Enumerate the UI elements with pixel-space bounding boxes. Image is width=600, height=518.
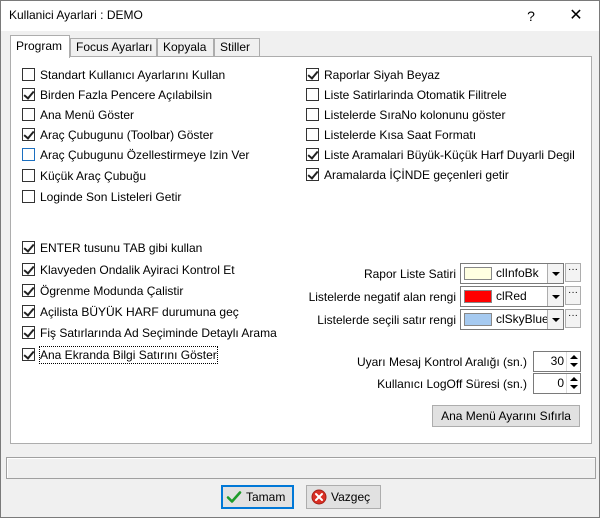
color-more-button[interactable]: ···: [565, 263, 581, 282]
ok-button[interactable]: Tamam: [221, 485, 294, 509]
color-select-secili-satir[interactable]: clSkyBlue: [460, 309, 564, 330]
help-button[interactable]: ?: [519, 5, 543, 27]
option-label: Araç Çubugunu (Toolbar) Göster: [40, 128, 214, 142]
option-label: Liste Satirlarinda Otomatik Filitrele: [324, 88, 507, 102]
checkbox-box[interactable]: [22, 68, 35, 81]
color-select-negatif-alan[interactable]: clRed: [460, 286, 564, 307]
option-label: Ana Menü Göster: [40, 108, 135, 122]
option-label: ENTER tusunu TAB gibi kullan: [40, 241, 203, 255]
checkbox-box[interactable]: [306, 88, 319, 101]
spinner-value[interactable]: 0: [557, 376, 564, 391]
checkbox-box[interactable]: [22, 108, 35, 121]
spinner-uyari-mesaj[interactable]: 30: [533, 351, 581, 372]
cancel-button[interactable]: Vazgeç: [306, 485, 381, 509]
checkbox-box[interactable]: [22, 284, 35, 297]
checkbox-box[interactable]: [22, 88, 35, 101]
spinner-label-logoff: Kullanıcı LogOff Süresi (sn.): [377, 377, 527, 391]
checkbox-box[interactable]: [306, 168, 319, 181]
color-label-rapor-liste: Rapor Liste Satiri: [363, 267, 456, 281]
color-swatch: [464, 290, 492, 303]
option-label: Liste Aramalari Büyük-Küçük Harf Duyarli…: [324, 148, 575, 162]
option-label: Loginde Son Listeleri Getir: [40, 190, 182, 204]
color-value: clInfoBk: [496, 266, 539, 280]
option-label: Küçük Araç Çubuğu: [40, 169, 147, 183]
spinner-label-uyari-mesaj: Uyarı Mesaj Kontrol Aralığı (sn.): [356, 355, 527, 369]
checkbox-box[interactable]: [22, 169, 35, 182]
cancel-icon: [311, 489, 327, 505]
spinner-logoff[interactable]: 0: [533, 373, 581, 394]
color-swatch: [464, 313, 492, 326]
checkbox-box[interactable]: [22, 348, 35, 361]
arrow-up-icon[interactable]: [570, 355, 578, 359]
color-select-rapor-liste[interactable]: clInfoBk: [460, 263, 564, 284]
option-label: Standart Kullanıcı Ayarlarını Kullan: [40, 68, 226, 82]
spinner-arrows[interactable]: [566, 352, 580, 371]
color-swatch: [464, 267, 492, 280]
option-label: Aramalarda İÇİNDE geçenleri getir: [324, 168, 509, 182]
tab-kopyala[interactable]: Kopyala: [157, 38, 214, 57]
option-label: Açilista BÜYÜK HARF durumuna geç: [40, 305, 239, 319]
title-bar: Kullanici Ayarlari : DEMO ? ✕: [1, 1, 599, 31]
option-label: Birden Fazla Pencere Açılabilsin: [40, 88, 213, 102]
option-label: Listelerde SıraNo kolonunu göster: [324, 108, 506, 122]
option-label: Ögrenme Modunda Çalistir: [40, 284, 184, 298]
spinner-value[interactable]: 30: [551, 354, 564, 369]
arrow-up-icon[interactable]: [570, 377, 578, 381]
option-label: Araç Çubugunu Özellestirmeye Izin Ver: [40, 148, 250, 162]
reset-main-menu-button[interactable]: Ana Menü Ayarını Sıfırla: [432, 405, 580, 427]
program-tab-panel: Standart Kullanıcı Ayarlarını Kullan Bir…: [10, 56, 592, 444]
chevron-down-icon[interactable]: [547, 287, 563, 306]
option-label: Raporlar Siyah Beyaz: [324, 68, 441, 82]
checkbox-box[interactable]: [22, 263, 35, 276]
color-more-button[interactable]: ···: [565, 309, 581, 328]
color-value: clRed: [496, 289, 527, 303]
option-label: Listelerde Kısa Saat Formatı: [324, 128, 477, 142]
close-button[interactable]: ✕: [561, 5, 591, 27]
tab-focus-ayarlari[interactable]: Focus Ayarları: [70, 38, 157, 57]
checkbox-box[interactable]: [22, 305, 35, 318]
option-label: Fiş Satırlarında Ad Seçiminde Detaylı Ar…: [40, 326, 277, 340]
chevron-down-icon[interactable]: [547, 264, 563, 283]
color-label-negatif-alan: Listelerde negatif alan rengi: [308, 290, 456, 304]
status-bar: [6, 457, 596, 479]
checkbox-box[interactable]: [22, 326, 35, 339]
ok-button-label: Tamam: [246, 490, 286, 504]
checkbox-box[interactable]: [306, 148, 319, 161]
checkbox-box[interactable]: [306, 68, 319, 81]
checkbox-box[interactable]: [22, 190, 35, 203]
checkbox-box[interactable]: [22, 148, 35, 161]
color-more-button[interactable]: ···: [565, 286, 581, 305]
option-label: Ana Ekranda Bilgi Satırını Göster: [39, 346, 218, 364]
tab-stiller[interactable]: Stiller: [214, 38, 260, 57]
option-label: Klavyeden Ondalik Ayiraci Kontrol Et: [40, 263, 235, 277]
tab-label: Stiller: [220, 40, 251, 54]
checkbox-box[interactable]: [22, 128, 35, 141]
arrow-down-icon[interactable]: [570, 363, 578, 367]
color-label-secili-satir: Listelerde seçili satır rengi: [317, 313, 456, 327]
checkbox-box[interactable]: [306, 108, 319, 121]
chevron-down-icon[interactable]: [547, 310, 563, 329]
tab-label: Kopyala: [163, 40, 207, 54]
checkmark-icon: [226, 491, 242, 503]
tab-program[interactable]: Program: [10, 35, 70, 58]
checkbox-box[interactable]: [22, 241, 35, 254]
arrow-down-icon[interactable]: [570, 385, 578, 389]
cancel-button-label: Vazgeç: [331, 490, 371, 504]
settings-dialog: Kullanici Ayarlari : DEMO ? ✕ Program Fo…: [0, 0, 600, 518]
tab-label: Focus Ayarları: [76, 40, 153, 54]
color-value: clSkyBlue: [496, 312, 548, 326]
window-title: Kullanici Ayarlari : DEMO: [9, 8, 143, 22]
spinner-arrows[interactable]: [566, 374, 580, 393]
checkbox-box[interactable]: [306, 128, 319, 141]
tab-label: Program: [16, 39, 63, 53]
